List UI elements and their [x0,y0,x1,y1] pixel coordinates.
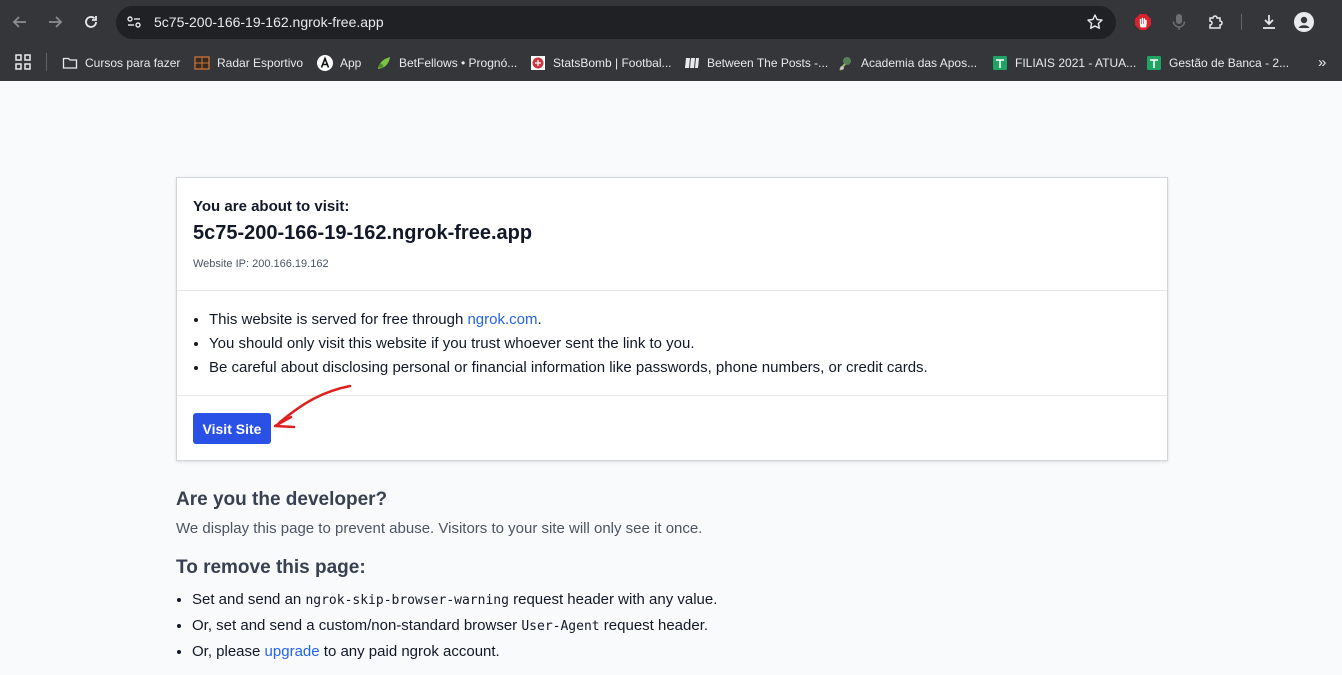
instruction-item: Or, set and send a custom/non-standard b… [192,613,717,639]
statsbomb-icon [531,56,545,70]
about-to-visit-label: You are about to visit: [193,198,350,215]
notice-list: This website is served for free through … [209,308,1151,380]
developer-heading: Are you the developer? [176,489,388,510]
visit-site-button[interactable]: Visit Site [193,413,271,444]
upgrade-link[interactable]: upgrade [265,643,320,660]
bookmark-academia[interactable]: Academia das Apos... [838,50,977,76]
instruction-text: request header with any value. [508,591,718,608]
annotation-arrow-icon [273,384,352,429]
bookmark-between-the-posts[interactable]: Between The Posts -... [684,50,828,76]
bookmark-filiais[interactable]: FILIAIS 2021 - ATUA... [992,50,1136,76]
forward-button[interactable] [43,10,67,34]
bookmark-gestao-de-banca[interactable]: Gestão de Banca - 2... [1146,50,1289,76]
notice-item: Be careful about disclosing personal or … [209,356,1151,380]
bookmarks-bar: Cursos para fazer Radar Esportivo App Be… [0,45,1342,81]
instruction-text: request header. [599,617,709,634]
remove-instructions-list: Set and send an ngrok-skip-browser-warni… [192,587,717,664]
bookmark-betfellows[interactable]: BetFellows • Prognó... [376,50,517,76]
betfellows-icon [378,57,390,69]
downloads-icon[interactable] [1258,11,1280,33]
apps-grid-icon[interactable] [14,53,32,71]
url-text[interactable]: 5c75-200-166-19-162.ngrok-free.app [154,14,384,30]
card-notices: This website is served for free through … [177,291,1167,396]
developer-text: We display this page to prevent abuse. V… [176,520,703,537]
back-button[interactable] [8,10,32,34]
more-bookmarks-button[interactable]: » [1318,54,1326,71]
extension-stop-icon[interactable] [1132,11,1154,33]
bookmark-label: App [340,56,362,70]
bookmark-label: BetFellows • Prognó... [399,56,518,70]
toolbar-divider [1241,14,1242,30]
radar-esportivo-icon [194,56,210,70]
bookmark-app[interactable]: App [317,50,361,76]
btp-icon [685,58,699,68]
bookmark-radar-esportivo[interactable]: Radar Esportivo [194,50,303,76]
header-name-code: ngrok-skip-browser-warning [305,593,509,608]
profile-avatar-icon[interactable] [1293,11,1315,33]
sheets-icon [993,56,1007,70]
notice-text: . [537,311,542,328]
notice-text: This website is served for free through [209,311,468,328]
instruction-item: Or, please upgrade to any paid ngrok acc… [192,639,717,664]
user-agent-code: User-Agent [521,619,600,634]
microphone-icon[interactable] [1168,11,1190,33]
bookmark-label: StatsBomb | Footbal... [553,56,672,70]
instruction-text: Set and send an [192,591,306,608]
address-bar[interactable]: 5c75-200-166-19-162.ngrok-free.app [116,6,1116,39]
bookmark-label: FILIAIS 2021 - ATUA... [1015,56,1137,70]
bookmark-label: Cursos para fazer [85,56,181,70]
remove-page-heading: To remove this page: [176,557,366,578]
card-header: You are about to visit: 5c75-200-166-19-… [177,178,1167,291]
instruction-text: Or, set and send a custom/non-standard b… [192,617,522,634]
reload-icon [85,16,97,28]
app-a-icon [317,55,333,71]
destination-host: 5c75-200-166-19-162.ngrok-free.app [193,222,533,244]
bookmark-label: Radar Esportivo [217,56,304,70]
extensions-puzzle-icon[interactable] [1205,11,1227,33]
academia-icon [839,57,851,71]
bookmark-label: Academia das Apos... [861,56,978,70]
bookmarks-divider [46,53,47,71]
arrow-right-icon [49,16,63,28]
ngrok-link[interactable]: ngrok.com [467,311,537,328]
instruction-text: Or, please [192,643,265,660]
notice-item: This website is served for free through … [209,308,1151,332]
instruction-text: to any paid ngrok account. [319,643,500,660]
arrow-left-icon [12,16,26,28]
website-ip: Website IP: 200.166.19.162 [193,258,329,270]
bookmark-statsbomb[interactable]: StatsBomb | Footbal... [530,50,672,76]
site-settings-icon[interactable] [126,14,142,30]
bookmark-star-icon[interactable] [1086,13,1104,31]
notice-item: You should only visit this website if yo… [209,332,1151,356]
browser-toolbar: 5c75-200-166-19-162.ngrok-free.app [0,0,1342,45]
bookmark-label: Gestão de Banca - 2... [1169,56,1290,70]
folder-icon [62,57,78,69]
reload-button[interactable] [79,10,103,34]
instruction-item: Set and send an ngrok-skip-browser-warni… [192,587,717,613]
sheets-icon [1147,56,1161,70]
bookmark-label: Between The Posts -... [707,56,829,70]
bookmark-cursos[interactable]: Cursos para fazer [62,50,180,76]
